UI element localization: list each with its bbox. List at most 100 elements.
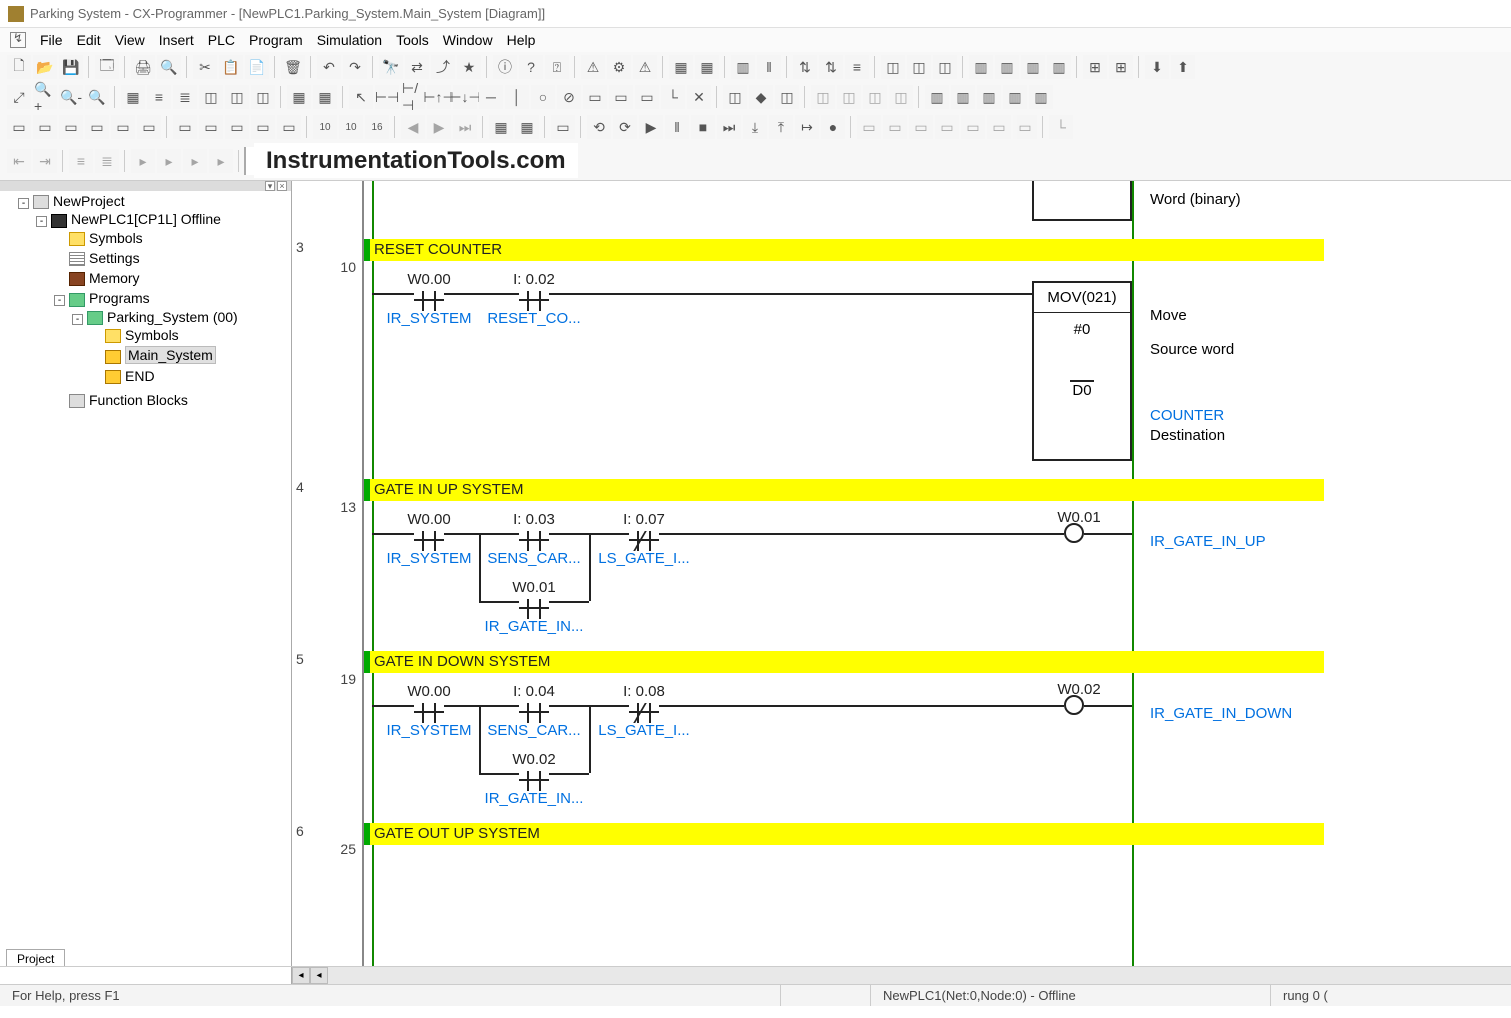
expander-icon[interactable]: - (54, 295, 65, 306)
mon1-icon[interactable]: ▭ (857, 115, 881, 139)
tab-project[interactable]: Project (6, 949, 65, 966)
trace4-icon[interactable]: ▥ (1003, 85, 1027, 109)
misc-icon[interactable]: ◫ (881, 55, 905, 79)
xfer2-icon[interactable]: ⇅ (819, 55, 843, 79)
contact-n-icon[interactable]: ⊢↓⊣ (453, 85, 477, 109)
scroll-left-icon[interactable]: ◂ (292, 967, 310, 984)
end-icon[interactable]: └ (1049, 115, 1073, 139)
dbg-rewind-icon[interactable]: ⟲ (587, 115, 611, 139)
view4-icon[interactable]: ◫ (225, 85, 249, 109)
dbg-skip-icon[interactable]: ↦ (795, 115, 819, 139)
coil-icon[interactable]: ○ (531, 85, 555, 109)
sim4-icon[interactable]: ▭ (251, 115, 275, 139)
view3-icon[interactable]: ◫ (199, 85, 223, 109)
monitor-icon[interactable]: ▦ (695, 55, 719, 79)
conn2-icon[interactable]: ▦ (515, 115, 539, 139)
scroll-left2-icon[interactable]: ◂ (310, 967, 328, 984)
align2-icon[interactable]: ≣ (95, 149, 119, 173)
indent-in-icon[interactable]: ⇥ (33, 149, 57, 173)
menu-window[interactable]: Window (443, 32, 493, 48)
zoomin-icon[interactable]: 🔍+ (33, 85, 57, 109)
wm1-icon[interactable]: ◫ (811, 85, 835, 109)
run-icon[interactable]: ▥ (731, 55, 755, 79)
wm4-icon[interactable]: ◫ (889, 85, 913, 109)
menu-simulation[interactable]: Simulation (317, 32, 382, 48)
tree-symbols[interactable]: Symbols (89, 230, 143, 246)
contact-no-icon[interactable]: ⊢⊣ (375, 85, 399, 109)
xfer-icon[interactable]: ⇅ (793, 55, 817, 79)
view1-icon[interactable]: ≡ (147, 85, 171, 109)
save-icon[interactable]: 💾 (59, 55, 83, 79)
contact-cell[interactable]: W0.01 IR_GATE_IN... (484, 579, 584, 635)
win4-icon[interactable]: ▭ (85, 115, 109, 139)
mon2-icon[interactable]: ▭ (883, 115, 907, 139)
mon6-icon[interactable]: ▭ (987, 115, 1011, 139)
rack2-icon[interactable]: ▥ (995, 55, 1019, 79)
win1-icon[interactable]: ▭ (7, 115, 31, 139)
tree-fblocks[interactable]: Function Blocks (89, 392, 188, 408)
zoom-icon[interactable]: 🔍 (85, 85, 109, 109)
dl-icon[interactable]: ⬇ (1145, 55, 1169, 79)
vline-icon[interactable]: │ (505, 85, 529, 109)
redo-icon[interactable]: ↷ (343, 55, 367, 79)
step2-icon[interactable]: ▶ (427, 115, 451, 139)
base10-icon[interactable]: 10 (313, 115, 337, 139)
contact-cell[interactable]: I: 0.04 SENS_CAR... (484, 683, 584, 739)
warn-icon[interactable]: ⚠ (581, 55, 605, 79)
misc2-icon[interactable]: ◫ (907, 55, 931, 79)
coil-nc-icon[interactable]: ⊘ (557, 85, 581, 109)
win3-icon[interactable]: ▭ (59, 115, 83, 139)
online-icon[interactable]: ▦ (669, 55, 693, 79)
tree-main-section[interactable]: Main_System (125, 346, 216, 364)
mon3-icon[interactable]: ▭ (909, 115, 933, 139)
sim2-icon[interactable]: ▭ (199, 115, 223, 139)
dbg-stop-icon[interactable]: ■ (691, 115, 715, 139)
net2-icon[interactable]: ⊞ (1109, 55, 1133, 79)
contact-nc-icon[interactable]: ⊢/⊣ (401, 85, 425, 109)
menu-help[interactable]: Help (507, 32, 536, 48)
output-coil[interactable] (1064, 695, 1084, 715)
contact-cell[interactable]: I: 0.03 SENS_CAR... (484, 511, 584, 567)
base10s-icon[interactable]: 10 (339, 115, 363, 139)
warn2-icon[interactable]: ⚠ (633, 55, 657, 79)
copy-icon[interactable]: 📋 (219, 55, 243, 79)
contact-cell[interactable]: W0.00 IR_SYSTEM (384, 271, 474, 327)
win5-icon[interactable]: ▭ (111, 115, 135, 139)
menu-plc[interactable]: PLC (208, 32, 235, 48)
scroll-track[interactable] (328, 967, 1511, 984)
wm3-icon[interactable]: ◫ (863, 85, 887, 109)
tree-end-section[interactable]: END (125, 368, 155, 384)
compare-icon[interactable]: ≡ (845, 55, 869, 79)
print-icon[interactable]: 🖨 (131, 55, 155, 79)
base16-icon[interactable]: 16 (365, 115, 389, 139)
sym-icon[interactable]: ▦ (287, 85, 311, 109)
bm3-icon[interactable]: ▸ (183, 149, 207, 173)
view5-icon[interactable]: ◫ (251, 85, 275, 109)
tree-settings[interactable]: Settings (89, 250, 140, 266)
fn-icon[interactable]: ▭ (583, 85, 607, 109)
dbg-step-icon[interactable]: ⤓ (743, 115, 767, 139)
lib3-icon[interactable]: ◫ (775, 85, 799, 109)
zoomfit-icon[interactable]: ⤢ (7, 85, 31, 109)
tree-memory[interactable]: Memory (89, 270, 140, 286)
print-preview-icon[interactable]: 🗔 (95, 55, 119, 79)
contact-cell[interactable]: W0.00 IR_SYSTEM (384, 511, 474, 567)
function-box[interactable] (1032, 181, 1132, 221)
dbg-out-icon[interactable]: ⤒ (769, 115, 793, 139)
replace-icon[interactable]: ⇄ (405, 55, 429, 79)
help-icon[interactable]: ? (519, 55, 543, 79)
sim3-icon[interactable]: ▭ (225, 115, 249, 139)
bm2-icon[interactable]: ▸ (157, 149, 181, 173)
cut-icon[interactable]: ✂ (193, 55, 217, 79)
dbg-bp-icon[interactable]: ● (821, 115, 845, 139)
bm1-icon[interactable]: ▸ (131, 149, 155, 173)
io-icon[interactable]: ▦ (313, 85, 337, 109)
new-icon[interactable]: 🗋 (7, 55, 31, 79)
info-icon[interactable]: ⓘ (493, 55, 517, 79)
binoculars-icon[interactable]: 🔭 (379, 55, 403, 79)
expander-icon[interactable]: - (72, 314, 83, 325)
contact-cell[interactable]: W0.02 IR_GATE_IN... (484, 751, 584, 807)
hscroll-bar[interactable]: ◂ ◂ (0, 966, 1511, 984)
view2-icon[interactable]: ≣ (173, 85, 197, 109)
dbg-next-icon[interactable]: ⏭ (717, 115, 741, 139)
